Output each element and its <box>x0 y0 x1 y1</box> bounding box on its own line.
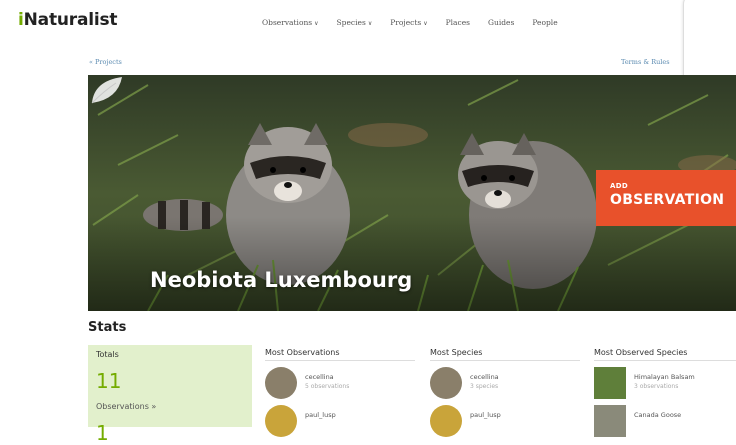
most-species-column: Most Species cecellina 3 species paul_lu… <box>430 348 580 437</box>
chevron-down-icon: ∨ <box>367 20 373 27</box>
list-item[interactable]: Himalayan Balsam 3 observations <box>594 361 736 399</box>
nav-observations-label: Observations <box>262 18 313 27</box>
top-navbar: iNaturalist Observations ∨ Species ∨ Proje… <box>0 0 736 46</box>
most-observations-column: Most Observations cecellina 5 observatio… <box>265 348 415 437</box>
totals-panel: Totals 11 Observations » 1 <box>88 345 252 445</box>
project-banner: Neobiota Luxembourg ADD OBSERVATION <box>88 75 736 311</box>
list-item[interactable]: cecellina 3 species <box>430 361 580 399</box>
nav-species[interactable]: Species ∨ <box>337 18 373 27</box>
list-item[interactable]: paul_lusp <box>265 399 415 437</box>
user-name[interactable]: paul_lusp <box>305 411 336 419</box>
most-observed-species-column: Most Observed Species Himalayan Balsam 3… <box>594 348 736 437</box>
logo-text: Naturalist <box>23 10 118 30</box>
nav-projects-label: Projects <box>390 18 422 27</box>
user-meta: 3 species <box>470 383 499 390</box>
species-name[interactable]: Canada Goose <box>634 411 681 419</box>
stats-heading: Stats <box>88 320 127 335</box>
species-thumbnail[interactable] <box>594 367 626 399</box>
nav-places[interactable]: Places <box>446 18 470 27</box>
avatar[interactable] <box>430 367 462 399</box>
list-item[interactable]: Canada Goose <box>594 399 736 437</box>
user-name[interactable]: paul_lusp <box>470 411 501 419</box>
back-to-projects-link[interactable]: « Projects <box>89 58 122 66</box>
inaturalist-logo[interactable]: iNaturalist <box>18 10 118 30</box>
avatar[interactable] <box>265 367 297 399</box>
avatar[interactable] <box>430 405 462 437</box>
most-observed-species-header: Most Observed Species <box>594 348 736 361</box>
nav-people[interactable]: People <box>532 18 557 27</box>
project-title: Neobiota Luxembourg <box>150 268 413 292</box>
most-species-header: Most Species <box>430 348 580 361</box>
user-name[interactable]: cecellina <box>470 373 499 381</box>
nav-guides-label: Guides <box>488 18 515 27</box>
list-item[interactable]: paul_lusp <box>430 399 580 437</box>
add-observation-big-label: OBSERVATION <box>610 192 725 208</box>
observations-link[interactable]: Observations » <box>96 402 156 411</box>
species-thumbnail[interactable] <box>594 405 626 437</box>
chevron-down-icon: ∨ <box>423 20 428 27</box>
nav-projects[interactable]: Projects ∨ <box>390 18 427 27</box>
add-observation-button[interactable]: ADD OBSERVATION <box>596 170 736 226</box>
totals-label: Totals <box>96 350 119 359</box>
observations-count[interactable]: 11 <box>96 369 121 393</box>
nav-observations[interactable]: Observations ∨ <box>262 18 319 27</box>
nav-places-label: Places <box>445 18 471 27</box>
avatar[interactable] <box>265 405 297 437</box>
user-meta: 5 observations <box>305 383 350 390</box>
user-name[interactable]: cecellina <box>305 373 334 381</box>
list-item[interactable]: cecellina 5 observations <box>265 361 415 399</box>
leaf-icon <box>91 77 122 104</box>
nav-guides[interactable]: Guides <box>488 18 514 27</box>
next-count[interactable]: 1 <box>96 421 109 445</box>
nav-people-label: People <box>532 18 558 27</box>
species-meta: 3 observations <box>634 383 679 390</box>
add-observation-small-label: ADD <box>610 182 628 190</box>
most-observations-header: Most Observations <box>265 348 415 361</box>
terms-rules-link[interactable]: Terms & Rules <box>621 58 670 66</box>
species-name[interactable]: Himalayan Balsam <box>634 373 695 381</box>
nav-species-label: Species <box>336 18 366 27</box>
main-nav: Observations ∨ Species ∨ Projects ∨ Places … <box>262 18 576 27</box>
chevron-down-icon: ∨ <box>314 20 319 27</box>
